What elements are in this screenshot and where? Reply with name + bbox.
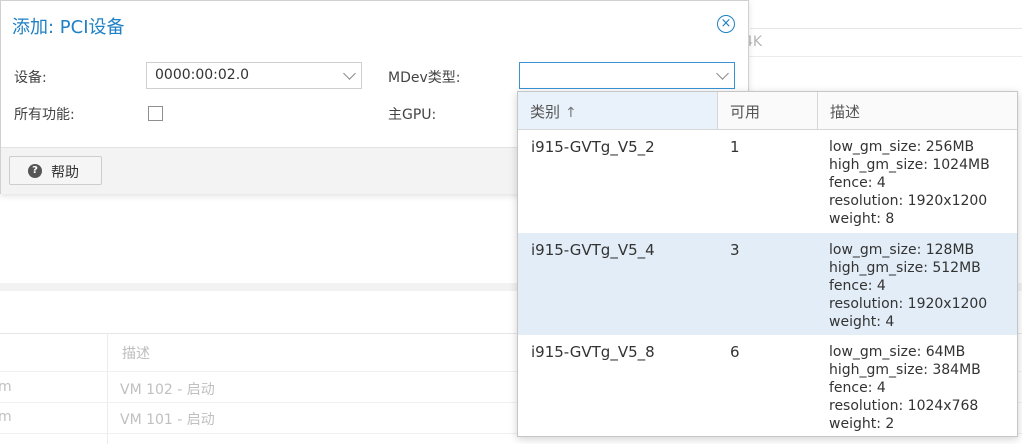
help-button[interactable]: ? 帮助 (9, 156, 102, 185)
bg-grid-header-description: 描述 (122, 346, 150, 362)
desc-line: low_gm_size: 64MB (829, 344, 966, 360)
row-type: i915-GVTg_V5_8 (531, 343, 655, 361)
close-icon[interactable]: × (717, 15, 735, 33)
bg-row-1-desc: VM 102 - 启动 (120, 382, 215, 398)
question-circle-icon: ? (28, 164, 42, 178)
column-header-type-label: 类别 (530, 103, 561, 121)
desc-line: fence: 4 (829, 278, 886, 294)
row-type: i915-GVTg_V5_2 (531, 138, 655, 156)
desc-line: low_gm_size: 128MB (829, 242, 975, 258)
desc-line: fence: 4 (829, 380, 886, 396)
mdev-type-dropdown: 类别 ↑ 可用 描述 i915-GVTg_V5_2 1 low_gm_size: … (517, 91, 1018, 437)
desc-line: high_gm_size: 384MB (829, 362, 981, 378)
row-description: low_gm_size: 128MB high_gm_size: 512MB f… (829, 241, 987, 331)
row-available: 3 (730, 241, 740, 259)
sort-ascending-icon: ↑ (565, 105, 577, 121)
device-select-value: 0000:00:02.0 (155, 67, 250, 83)
desc-line: weight: 8 (829, 211, 895, 227)
device-select[interactable]: 0000:00:02.0 (146, 62, 362, 89)
chevron-down-icon[interactable] (343, 67, 356, 80)
desc-line: high_gm_size: 512MB (829, 260, 981, 276)
bg-row-1-left: m (0, 379, 12, 395)
device-label: 设备: (14, 70, 47, 86)
bg-divider (740, 56, 1022, 57)
column-header-description[interactable]: 描述 (818, 92, 1017, 129)
row-available: 1 (730, 138, 740, 156)
row-type: i915-GVTg_V5_4 (531, 241, 655, 259)
dialog-title: 添加: PCI设备 (12, 17, 125, 38)
dropdown-row-selected[interactable]: i915-GVTg_V5_4 3 low_gm_size: 128MB high… (518, 233, 1017, 335)
help-button-label: 帮助 (51, 165, 79, 181)
desc-line: weight: 4 (829, 314, 895, 330)
column-header-description-label: 描述 (830, 103, 861, 121)
row-available: 6 (730, 343, 740, 361)
desc-line: weight: 2 (829, 416, 895, 432)
desc-line: resolution: 1920x1200 (829, 193, 988, 209)
bg-row-2-left: m (0, 409, 12, 425)
row-description: low_gm_size: 64MB high_gm_size: 384MB fe… (829, 343, 981, 433)
desc-line: low_gm_size: 256MB (829, 139, 975, 155)
mdev-type-label: MDev类型: (388, 70, 461, 86)
column-header-type[interactable]: 类别 ↑ (518, 92, 718, 129)
column-header-available-label: 可用 (730, 103, 761, 121)
mdev-type-select[interactable] (519, 62, 735, 89)
column-header-available[interactable]: 可用 (718, 92, 818, 129)
dropdown-row[interactable]: i915-GVTg_V5_2 1 low_gm_size: 256MB high… (518, 130, 1017, 232)
all-functions-label: 所有功能: (14, 107, 75, 123)
dropdown-header: 类别 ↑ 可用 描述 (518, 92, 1017, 130)
chevron-down-icon[interactable] (716, 67, 729, 80)
primary-gpu-label: 主GPU: (388, 107, 437, 123)
bg-top-strip (750, 0, 1022, 29)
desc-line: fence: 4 (829, 175, 886, 191)
desc-line: high_gm_size: 1024MB (829, 157, 990, 173)
row-description: low_gm_size: 256MB high_gm_size: 1024MB … (829, 138, 990, 228)
all-functions-checkbox[interactable] (148, 106, 163, 121)
desc-line: resolution: 1024x768 (829, 398, 979, 414)
dropdown-row[interactable]: i915-GVTg_V5_8 6 low_gm_size: 64MB high_… (518, 335, 1017, 436)
desc-line: resolution: 1920x1200 (829, 296, 988, 312)
bg-row-2-desc: VM 101 - 启动 (120, 412, 215, 428)
